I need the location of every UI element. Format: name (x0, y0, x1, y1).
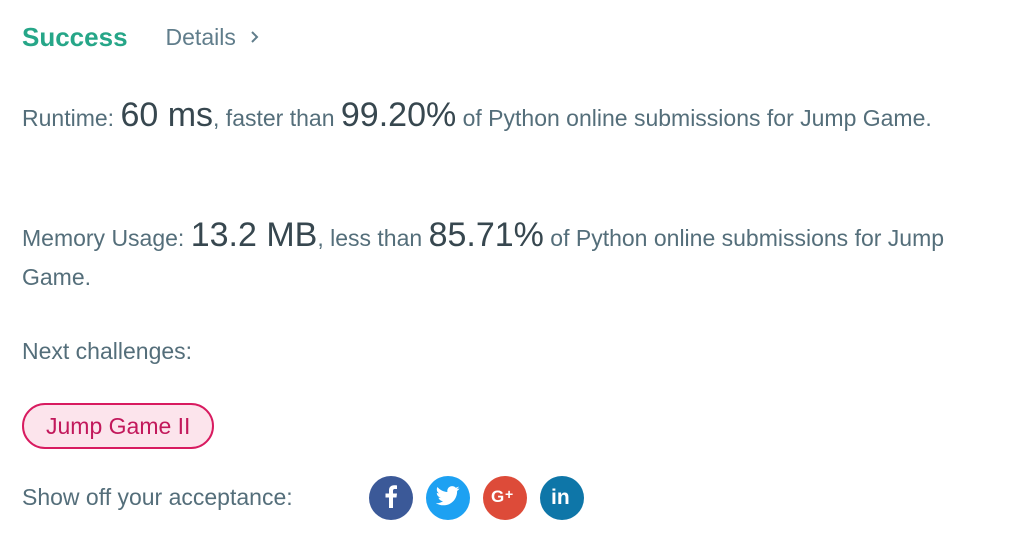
memory-value: 13.2 MB (190, 216, 318, 254)
share-buttons: G + in (369, 476, 584, 520)
next-challenges-label: Next challenges: (22, 338, 193, 364)
runtime-comparison: , faster than (213, 105, 341, 131)
submission-result-panel: Success Details Runtime: 60 ms, faster t… (0, 0, 1014, 544)
google-plus-share-button[interactable]: G + (483, 476, 527, 520)
google-plus-icon: G + (491, 486, 519, 510)
share-label: Show off your acceptance: (22, 484, 293, 510)
facebook-icon (384, 484, 398, 513)
runtime-label: Runtime: (22, 105, 121, 131)
memory-stat: Memory Usage: 13.2 MB, less than 85.71% … (22, 216, 982, 297)
memory-comparison: , less than (317, 225, 429, 251)
runtime-percentile: 99.20% (340, 96, 457, 134)
linkedin-share-button[interactable]: in (540, 476, 584, 520)
runtime-stat: Runtime: 60 ms, faster than 99.20% of Py… (22, 96, 982, 138)
result-header: Success Details (22, 20, 260, 54)
details-link[interactable]: Details (166, 24, 260, 51)
svg-text:G: G (491, 487, 504, 505)
svg-text:in: in (551, 486, 570, 507)
linkedin-icon: in (550, 485, 574, 512)
runtime-suffix: of Python online submissions for Jump Ga… (456, 105, 932, 131)
runtime-value: 60 ms (120, 96, 214, 134)
twitter-share-button[interactable] (426, 476, 470, 520)
details-label: Details (165, 23, 236, 50)
svg-text:+: + (505, 487, 513, 502)
next-challenge-chip[interactable]: Jump Game II (22, 403, 215, 449)
twitter-icon (435, 485, 460, 511)
status-label: Success (22, 21, 128, 52)
memory-percentile: 85.71% (428, 216, 544, 254)
chevron-right-icon (250, 30, 260, 44)
memory-label: Memory Usage: (22, 225, 191, 251)
next-challenge-label: Jump Game II (46, 412, 191, 439)
facebook-share-button[interactable] (369, 476, 413, 520)
